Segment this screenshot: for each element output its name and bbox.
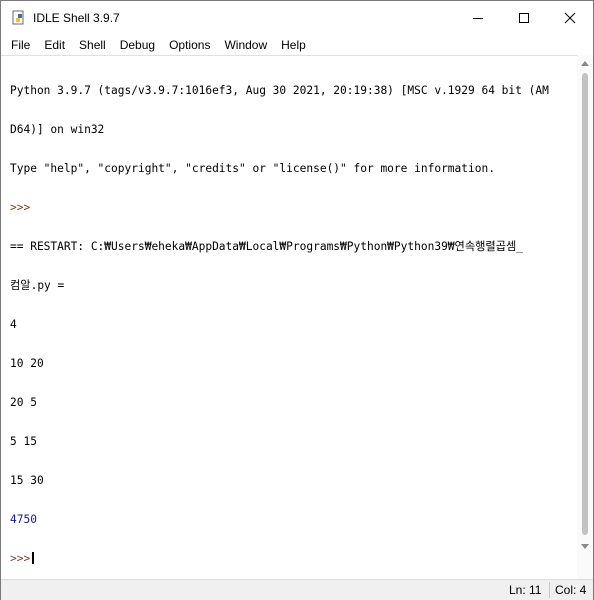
menu-file[interactable]: File xyxy=(1,35,37,55)
input-line: 10 20 xyxy=(10,357,44,370)
close-icon xyxy=(564,12,576,24)
line-number-indicator: Ln: 11 xyxy=(509,583,542,597)
scrollbar-thumb[interactable] xyxy=(582,73,588,535)
menu-bar: File Edit Shell Debug Options Window Hel… xyxy=(1,35,593,55)
banner-line: D64)] on win32 xyxy=(10,123,105,136)
minimize-button[interactable] xyxy=(455,1,501,35)
scroll-up-arrow-icon[interactable] xyxy=(581,61,589,66)
shell-prompt: >>> xyxy=(10,552,31,565)
menu-shell[interactable]: Shell xyxy=(72,35,113,55)
minimize-icon xyxy=(473,18,483,19)
maximize-icon xyxy=(519,13,529,23)
scroll-down-arrow-icon[interactable] xyxy=(581,544,589,549)
shell-output: Python 3.9.7 (tags/v3.9.7:1016ef3, Aug 3… xyxy=(10,58,549,580)
maximize-button[interactable] xyxy=(501,1,547,35)
active-prompt-line[interactable]: >>> xyxy=(10,552,549,565)
result-output: 4750 xyxy=(10,513,37,526)
shell-prompt: >>> xyxy=(10,201,31,214)
vertical-scrollbar[interactable] xyxy=(577,55,593,579)
input-line: 20 5 xyxy=(10,396,37,409)
input-line: 15 30 xyxy=(10,474,44,487)
shell-text-area[interactable]: Python 3.9.7 (tags/v3.9.7:1016ef3, Aug 3… xyxy=(1,55,577,580)
menu-help[interactable]: Help xyxy=(274,35,313,55)
input-line: 5 15 xyxy=(10,435,37,448)
input-line: 4 xyxy=(10,318,17,331)
status-bar: Ln: 11 Col: 4 xyxy=(1,579,593,600)
menu-window[interactable]: Window xyxy=(217,35,274,55)
text-cursor xyxy=(32,552,35,564)
window-title: IDLE Shell 3.9.7 xyxy=(33,11,120,25)
menu-edit[interactable]: Edit xyxy=(37,35,72,55)
banner-line: Python 3.9.7 (tags/v3.9.7:1016ef3, Aug 3… xyxy=(10,84,549,97)
banner-line: Type "help", "copyright", "credits" or "… xyxy=(10,162,495,175)
menu-options[interactable]: Options xyxy=(162,35,217,55)
restart-line: == RESTART: C:₩Users₩eheka₩AppData₩Local… xyxy=(10,240,524,253)
restart-line: 컴알.py = xyxy=(10,279,65,292)
column-number-indicator: Col: 4 xyxy=(555,583,587,597)
close-button[interactable] xyxy=(547,1,593,35)
title-bar[interactable]: IDLE Shell 3.9.7 xyxy=(1,1,593,35)
python-icon xyxy=(11,10,27,26)
menu-debug[interactable]: Debug xyxy=(113,35,162,55)
status-divider xyxy=(549,582,550,598)
idle-shell-window: IDLE Shell 3.9.7 File Edit Shell Debug O… xyxy=(0,0,594,600)
